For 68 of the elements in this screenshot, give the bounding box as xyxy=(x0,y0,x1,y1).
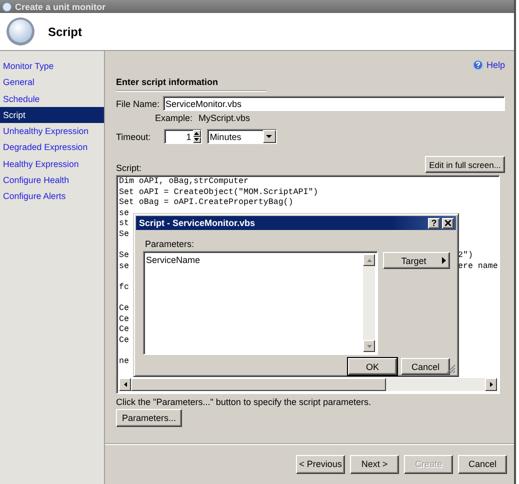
up-arrow-icon xyxy=(366,258,372,262)
code-line: Se xyxy=(119,251,129,262)
code-line: Ce xyxy=(119,336,129,346)
right-arrow-icon xyxy=(442,257,446,264)
unit-dropdown[interactable]: Minutes xyxy=(206,129,277,144)
spinner-buttons[interactable] xyxy=(193,130,201,143)
sidebar-item[interactable]: Configure Alerts xyxy=(0,188,104,205)
timeout-spinner[interactable]: 1 xyxy=(164,129,202,144)
scroll-right-button[interactable] xyxy=(485,378,497,391)
wizard-button[interactable]: Cancel xyxy=(458,454,507,474)
left-arrow-icon xyxy=(124,382,126,387)
up-arrow-icon xyxy=(194,132,200,135)
sidebar-item[interactable]: Monitor Type xyxy=(0,58,104,74)
resize-grip-icon[interactable] xyxy=(446,364,456,374)
code-line: fc xyxy=(119,282,129,294)
down-arrow-icon xyxy=(366,344,372,348)
sidebar-item[interactable]: Healthy Expression xyxy=(0,156,104,172)
scroll-down-button[interactable] xyxy=(363,340,376,352)
code-line: Ce xyxy=(119,304,129,315)
code-line: Ce xyxy=(119,325,129,336)
parameters-button[interactable]: Parameters... xyxy=(116,409,182,427)
timeout-label: Timeout: xyxy=(116,132,151,142)
scroll-left-button[interactable] xyxy=(119,378,131,391)
hint-text: Click the "Parameters..." button to specify the script parameters. xyxy=(116,397,372,407)
close-button[interactable] xyxy=(442,218,454,228)
parameters-field[interactable]: ServiceName xyxy=(144,253,364,267)
monitor-icon xyxy=(5,16,36,47)
code-line: Se xyxy=(119,230,129,241)
code-line: se xyxy=(119,208,129,220)
ok-button[interactable]: OK xyxy=(348,358,397,375)
dialog-title: Script - ServiceMonitor.vbs xyxy=(139,218,256,228)
close-icon xyxy=(445,220,451,226)
section-title: Enter script information xyxy=(116,77,266,91)
example-value: MyScript.vbs xyxy=(198,113,250,123)
dropdown-arrow-icon xyxy=(266,135,272,138)
sidebar-item[interactable]: Configure Health xyxy=(0,172,104,188)
cancel-button[interactable]: Cancel xyxy=(401,358,450,375)
wizard-button[interactable]: < Previous xyxy=(296,454,345,474)
page-title: Script xyxy=(48,24,82,38)
help-link[interactable]: Help xyxy=(473,59,505,71)
example-label: Example: xyxy=(155,113,193,123)
parameters-label: Parameters: xyxy=(145,239,196,249)
code-line: Ce xyxy=(119,314,129,326)
window-title: Create a unit monitor xyxy=(15,2,106,12)
sidebar-item[interactable]: Schedule xyxy=(0,90,104,107)
sidebar-item[interactable]: Degraded Expression xyxy=(0,139,104,156)
file-name-label: File Name: xyxy=(116,98,160,108)
window-icon xyxy=(2,2,12,12)
scroll-up-button[interactable] xyxy=(363,254,376,266)
down-arrow-icon xyxy=(194,138,200,142)
timeout-field[interactable]: 1 xyxy=(164,132,194,142)
script-label: Script: xyxy=(116,163,142,173)
right-arrow-icon xyxy=(490,382,492,387)
target-button[interactable]: Target xyxy=(383,252,450,269)
code-line: Set oBag = oAPI.CreatePropertyBag() xyxy=(119,198,294,209)
sidebar-item[interactable]: Script xyxy=(0,106,104,124)
code-line: se xyxy=(119,262,129,272)
edit-full-screen-button[interactable]: Edit in full screen... xyxy=(425,156,505,173)
code-line: ne xyxy=(119,357,129,368)
code-line: 2") xyxy=(458,251,473,262)
code-line: Set oAPI = CreateObject("MOM.ScriptAPI") xyxy=(119,188,318,198)
help-button[interactable]: ? xyxy=(428,218,440,228)
help-icon xyxy=(473,60,484,70)
sidebar-item[interactable]: General xyxy=(0,74,104,91)
code-line: Dim oAPI, oBag,strComputer xyxy=(119,177,248,188)
wizard-button[interactable]: Next > xyxy=(350,454,399,474)
code-line: st xyxy=(119,219,129,230)
sidebar-item[interactable]: Unhealthy Expression xyxy=(0,123,104,140)
